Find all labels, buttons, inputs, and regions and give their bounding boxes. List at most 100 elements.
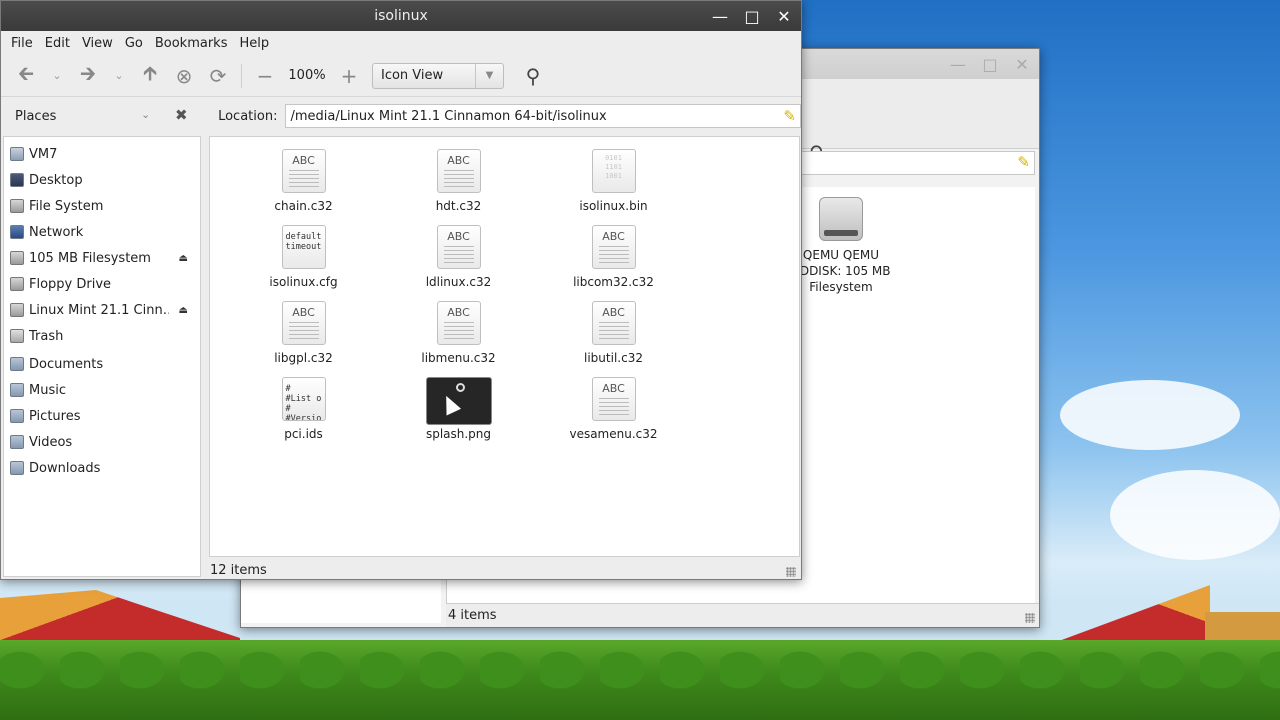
ids-file-icon: # #List o # #Versio bbox=[281, 377, 326, 421]
text-file-icon: ABC bbox=[281, 301, 326, 345]
minimize-icon[interactable]: — bbox=[947, 53, 969, 75]
text-file-icon: ABC bbox=[436, 301, 481, 345]
text-file-icon: ABC bbox=[281, 149, 326, 193]
drive-item[interactable]: QEMU QEMU RDDISK: 105 MB Filesystem bbox=[791, 197, 891, 295]
item-count: 12 items bbox=[210, 562, 267, 578]
file-manager-window[interactable]: isolinux — □ ✕ File Edit View Go Bookmar… bbox=[0, 0, 802, 580]
image-file-icon bbox=[425, 377, 492, 425]
location-path: /media/Linux Mint 21.1 Cinnamon 64-bit/i… bbox=[290, 108, 607, 124]
zoom-in-icon[interactable]: + bbox=[332, 60, 366, 92]
location-field[interactable]: /media/Linux Mint 21.1 Cinnamon 64-bit/i… bbox=[285, 104, 801, 128]
menu-file[interactable]: File bbox=[5, 36, 39, 51]
zoom-out-icon[interactable]: − bbox=[248, 60, 282, 92]
maximize-icon[interactable]: □ bbox=[741, 5, 763, 27]
file-item[interactable]: ABC libgpl.c32 bbox=[226, 301, 381, 377]
places-header: Places ⌄ ✖ bbox=[1, 98, 200, 134]
menu-go[interactable]: Go bbox=[119, 36, 149, 51]
file-item[interactable]: default timeout isolinux.cfg bbox=[226, 225, 381, 301]
window-titlebar[interactable]: isolinux — □ ✕ bbox=[1, 1, 801, 31]
sidebar-item-desktop[interactable]: Desktop bbox=[4, 167, 200, 193]
home-icon bbox=[10, 147, 24, 161]
back-location-field[interactable]: ✎ bbox=[801, 151, 1035, 175]
sidebar-item-videos[interactable]: Videos bbox=[4, 429, 200, 455]
file-view[interactable]: ABC chain.c32 ABC hdt.c32 0101 1101 1001 is… bbox=[209, 136, 800, 557]
folder-icon bbox=[10, 357, 24, 371]
sidebar-item-105mb-filesystem[interactable]: 105 MB Filesystem ⏏ bbox=[4, 245, 200, 271]
location-label: Location: bbox=[218, 108, 278, 124]
trash-icon bbox=[10, 329, 24, 343]
file-item[interactable]: ABC hdt.c32 bbox=[381, 149, 536, 225]
text-file-icon: ABC bbox=[436, 225, 481, 269]
back-arrow-icon[interactable]: 🡰 bbox=[9, 60, 43, 92]
sidebar-item-downloads[interactable]: Downloads bbox=[4, 455, 200, 481]
folder-icon bbox=[10, 435, 24, 449]
menu-view[interactable]: View bbox=[76, 36, 119, 51]
file-item[interactable]: ABC chain.c32 bbox=[226, 149, 381, 225]
forward-history-chevron-icon[interactable]: ⌄ bbox=[105, 60, 133, 92]
file-item[interactable]: ABC vesamenu.c32 bbox=[536, 377, 691, 453]
menu-edit[interactable]: Edit bbox=[39, 36, 76, 51]
sidebar-item-file-system[interactable]: File System bbox=[4, 193, 200, 219]
forward-arrow-icon[interactable]: 🡲 bbox=[71, 60, 105, 92]
optical-drive-icon bbox=[10, 303, 24, 317]
clear-location-icon[interactable]: ✎ bbox=[1017, 153, 1030, 171]
file-item[interactable]: # #List o # #Versio pci.ids bbox=[226, 377, 381, 453]
back-item-count: 4 items bbox=[448, 608, 497, 623]
file-item[interactable]: ABC libcom32.c32 bbox=[536, 225, 691, 301]
sidebar-item-pictures[interactable]: Pictures bbox=[4, 403, 200, 429]
minimize-icon[interactable]: — bbox=[709, 5, 731, 27]
folder-icon bbox=[10, 409, 24, 423]
resize-grip-icon[interactable] bbox=[786, 567, 796, 577]
file-item[interactable]: ABC libutil.c32 bbox=[536, 301, 691, 377]
desktop-icon bbox=[10, 173, 24, 187]
sidebar-item-linux-mint[interactable]: Linux Mint 21.1 Cinn… ⏏ bbox=[4, 297, 200, 323]
back-status-bar: 4 items bbox=[446, 603, 1039, 627]
zoom-level: 100% bbox=[288, 68, 326, 83]
floppy-icon bbox=[10, 277, 24, 291]
maximize-icon[interactable]: □ bbox=[979, 53, 1001, 75]
file-item[interactable]: ABC libmenu.c32 bbox=[381, 301, 536, 377]
close-icon[interactable]: ✕ bbox=[1011, 53, 1033, 75]
binary-file-icon: 0101 1101 1001 bbox=[591, 149, 636, 193]
menu-bookmarks[interactable]: Bookmarks bbox=[149, 36, 234, 51]
status-bar: 12 items bbox=[209, 559, 800, 581]
file-item[interactable]: splash.png bbox=[381, 377, 536, 453]
sidebar-item-documents[interactable]: Documents bbox=[4, 351, 200, 377]
menu-help[interactable]: Help bbox=[233, 36, 275, 51]
text-file-icon: ABC bbox=[591, 377, 636, 421]
chevron-down-icon[interactable]: ⌄ bbox=[141, 108, 150, 121]
sidebar-item-network[interactable]: Network bbox=[4, 219, 200, 245]
window-title: isolinux bbox=[374, 8, 428, 24]
file-item[interactable]: 0101 1101 1001 isolinux.bin bbox=[536, 149, 691, 225]
sidebar-item-vm7[interactable]: VM7 bbox=[4, 141, 200, 167]
sidebar-item-trash[interactable]: Trash bbox=[4, 323, 200, 349]
filesystem-icon bbox=[10, 199, 24, 213]
usb-drive-icon bbox=[819, 197, 863, 241]
text-file-icon: ABC bbox=[591, 301, 636, 345]
sidebar-item-music[interactable]: Music bbox=[4, 377, 200, 403]
clear-location-icon[interactable]: ✎ bbox=[783, 107, 796, 125]
search-icon[interactable]: ⚲ bbox=[516, 60, 550, 92]
view-mode-select[interactable]: Icon View ▼ bbox=[372, 62, 504, 89]
network-icon bbox=[10, 225, 24, 239]
places-sidebar: VM7 Desktop File System Network 105 MB F… bbox=[3, 136, 201, 577]
close-sidebar-icon[interactable]: ✖ bbox=[175, 106, 188, 124]
eject-icon[interactable]: ⏏ bbox=[179, 305, 188, 316]
sidebar-item-floppy-drive[interactable]: Floppy Drive bbox=[4, 271, 200, 297]
menu-bar: File Edit View Go Bookmarks Help bbox=[1, 31, 801, 55]
file-item[interactable]: ABC ldlinux.c32 bbox=[381, 225, 536, 301]
up-arrow-icon[interactable]: 🡱 bbox=[133, 60, 167, 92]
text-file-icon: ABC bbox=[591, 225, 636, 269]
eject-icon[interactable]: ⏏ bbox=[179, 253, 188, 264]
folder-icon bbox=[10, 383, 24, 397]
stop-icon[interactable]: ⊗ bbox=[167, 60, 201, 92]
text-file-icon: ABC bbox=[436, 149, 481, 193]
close-icon[interactable]: ✕ bbox=[773, 5, 795, 27]
resize-grip-icon[interactable] bbox=[1025, 613, 1035, 623]
drive-icon bbox=[10, 251, 24, 265]
reload-icon[interactable]: ⟳ bbox=[201, 60, 235, 92]
cloud bbox=[1110, 470, 1280, 560]
back-history-chevron-icon[interactable]: ⌄ bbox=[43, 60, 71, 92]
chevron-down-icon: ▼ bbox=[475, 63, 503, 88]
cloud bbox=[1060, 380, 1240, 450]
